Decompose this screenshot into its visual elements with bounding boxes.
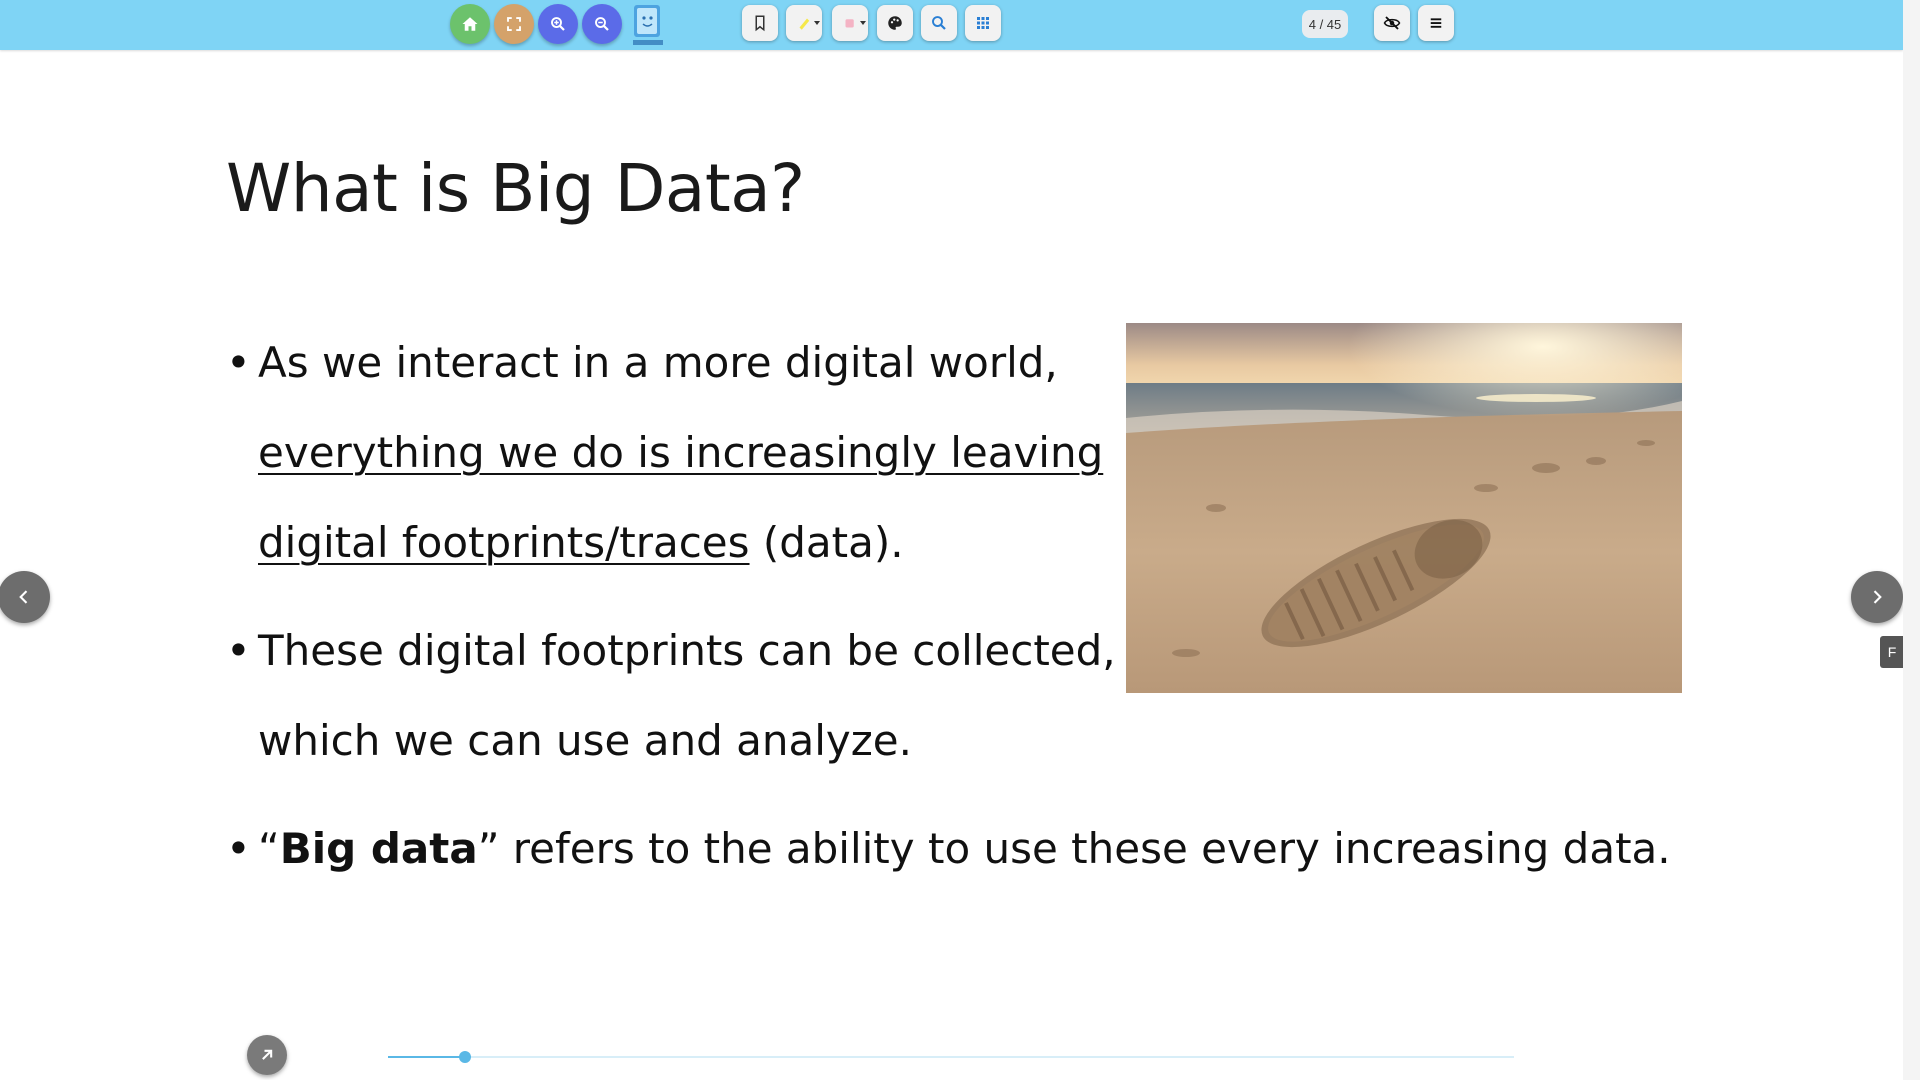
chevron-right-icon — [1873, 590, 1882, 604]
top-toolbar: 4 / 45 — [0, 0, 1903, 50]
fullscreen-icon — [507, 17, 521, 31]
slide-title: What is Big Data? — [226, 150, 805, 227]
zoom-in-icon — [551, 17, 565, 31]
highlighter-icon — [799, 18, 810, 30]
footprint-in-sand-photo — [1126, 323, 1682, 693]
grid-icon — [977, 17, 989, 29]
app-logo[interactable] — [630, 3, 666, 47]
bold-term: Big data — [279, 824, 478, 873]
bookmark-button[interactable] — [742, 5, 778, 41]
fullscreen-button[interactable] — [494, 4, 534, 44]
next-slide-button[interactable] — [1851, 571, 1903, 623]
bullet-text: As we interact in a more digital world, — [258, 338, 1058, 387]
menu-icon — [1430, 18, 1442, 28]
bullet-dot: • — [226, 338, 251, 387]
search-button[interactable] — [921, 5, 957, 41]
progress-knob[interactable] — [458, 1051, 471, 1063]
bullet-text: ” refers to the ability to use these eve… — [477, 824, 1671, 873]
progress-fill — [388, 1056, 465, 1058]
zoom-in-button[interactable] — [538, 4, 578, 44]
page-progress-slider[interactable] — [388, 1051, 1514, 1063]
arrow-up-right-icon — [262, 1049, 273, 1060]
page-indicator: 4 / 45 — [1302, 10, 1348, 38]
bookmark-icon — [755, 15, 765, 32]
underlined-text: everything we do is increasingly leaving… — [258, 428, 1104, 567]
eraser-icon — [845, 19, 854, 28]
home-button[interactable] — [450, 4, 490, 44]
thumbnails-button[interactable] — [965, 5, 1001, 41]
side-tab[interactable]: F — [1880, 636, 1904, 668]
prev-slide-button[interactable] — [0, 571, 50, 623]
home-icon — [462, 17, 478, 31]
chevron-left-icon — [19, 590, 28, 604]
hide-icon — [1383, 16, 1401, 30]
highlighter-button[interactable] — [786, 5, 822, 41]
hide-toolbar-button[interactable] — [1374, 5, 1410, 41]
bullet-dot: • — [226, 824, 251, 873]
dropdown-caret — [814, 21, 820, 25]
palette-button[interactable] — [877, 5, 913, 41]
bullet-dot: • — [226, 626, 251, 675]
quote-mark: “ — [258, 824, 280, 873]
palette-icon — [888, 16, 902, 30]
eraser-button[interactable] — [832, 5, 868, 41]
zoom-out-button[interactable] — [582, 4, 622, 44]
dropdown-caret — [860, 21, 866, 25]
search-icon — [932, 16, 946, 30]
expand-button[interactable] — [247, 1035, 287, 1075]
bullet-text: These digital footprints can be collecte… — [258, 626, 1116, 765]
zoom-out-icon — [595, 17, 609, 31]
bullet-text: (data). — [749, 518, 904, 567]
vertical-scrollbar[interactable] — [1903, 0, 1920, 1080]
menu-button[interactable] — [1418, 5, 1454, 41]
